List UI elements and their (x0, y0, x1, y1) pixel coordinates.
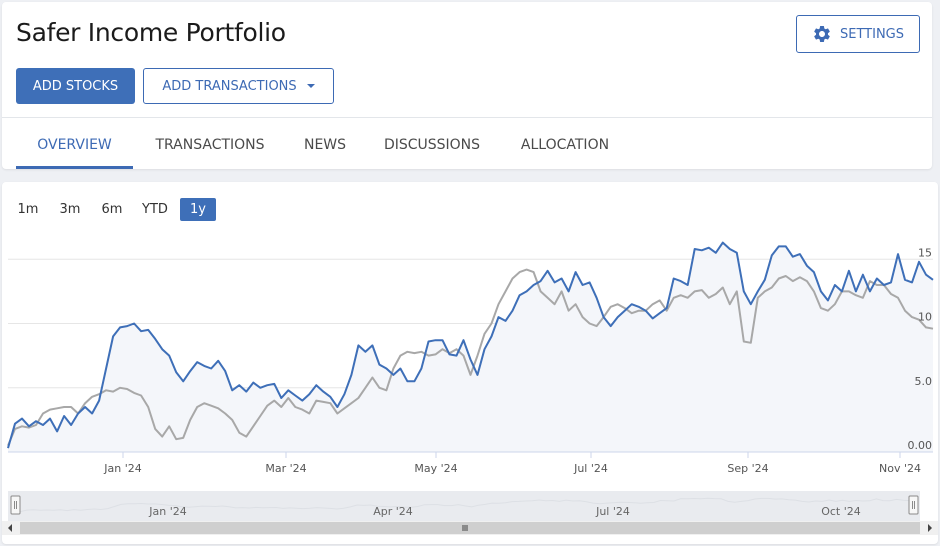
x-tick-label: Mar '24 (265, 462, 306, 475)
x-tick-label: Nov '24 (879, 462, 921, 475)
navigator-left-handle[interactable] (10, 495, 21, 515)
scrollbar-thumb[interactable] (20, 522, 920, 534)
horizontal-scrollbar[interactable] (2, 521, 938, 535)
add-stocks-label: ADD STOCKS (32, 78, 119, 94)
navigator-label: Jan '24 (148, 505, 186, 518)
tab-label: NEWS (303, 136, 347, 153)
portfolio-area (8, 242, 933, 452)
tab-overview[interactable]: OVERVIEW (16, 120, 133, 169)
tabs-divider (2, 117, 932, 118)
tab-allocation[interactable]: ALLOCATION (508, 120, 622, 169)
tab-label: DISCUSSIONS (383, 136, 481, 153)
performance-chart-card: 1m 3m 6m YTD 1y 0.00 5.0 10 15 Jan '24 Mar '… (2, 182, 938, 544)
page-title: Safer Income Portfolio (16, 18, 286, 47)
y-tick-label: 0.00 (908, 439, 933, 452)
x-tick-label: Jul '24 (573, 462, 608, 475)
gear-icon (814, 25, 830, 42)
x-tick-label: Sep '24 (727, 462, 768, 475)
navigator-right-handle[interactable] (908, 495, 919, 515)
navigator-label: Oct '24 (821, 505, 861, 518)
y-tick-label: 15 (918, 246, 932, 259)
tab-discussions[interactable]: DISCUSSIONS (374, 120, 490, 169)
add-transactions-label: ADD TRANSACTIONS (162, 78, 297, 94)
tab-label: ALLOCATION (520, 136, 610, 153)
add-stocks-button[interactable]: ADD STOCKS (16, 68, 135, 104)
y-tick-label: 10 (918, 311, 932, 324)
portfolio-header-card: Safer Income Portfolio SETTINGS ADD STOC… (2, 2, 932, 169)
x-tick-label: Jan '24 (103, 462, 141, 475)
tab-news[interactable]: NEWS (294, 120, 356, 169)
add-transactions-dropdown[interactable]: ADD TRANSACTIONS (143, 68, 334, 104)
chevron-down-icon (306, 84, 315, 88)
x-tick-label: May '24 (414, 462, 457, 475)
navigator-label: Apr '24 (373, 505, 413, 518)
tab-label: TRANSACTIONS (155, 136, 265, 153)
performance-line-chart: 0.00 5.0 10 15 Jan '24 Mar '24 May '24 Jul '24… (2, 241, 938, 535)
tab-label: OVERVIEW (37, 136, 112, 153)
navigator-label: Jul '24 (595, 505, 630, 518)
navigator[interactable]: Jan '24 Apr '24 Jul '24 Oct '24 (8, 491, 920, 521)
settings-label: SETTINGS (839, 26, 904, 42)
settings-button[interactable]: SETTINGS (796, 15, 920, 53)
tab-transactions[interactable]: TRANSACTIONS (143, 120, 277, 169)
y-tick-label: 5.0 (915, 375, 933, 388)
